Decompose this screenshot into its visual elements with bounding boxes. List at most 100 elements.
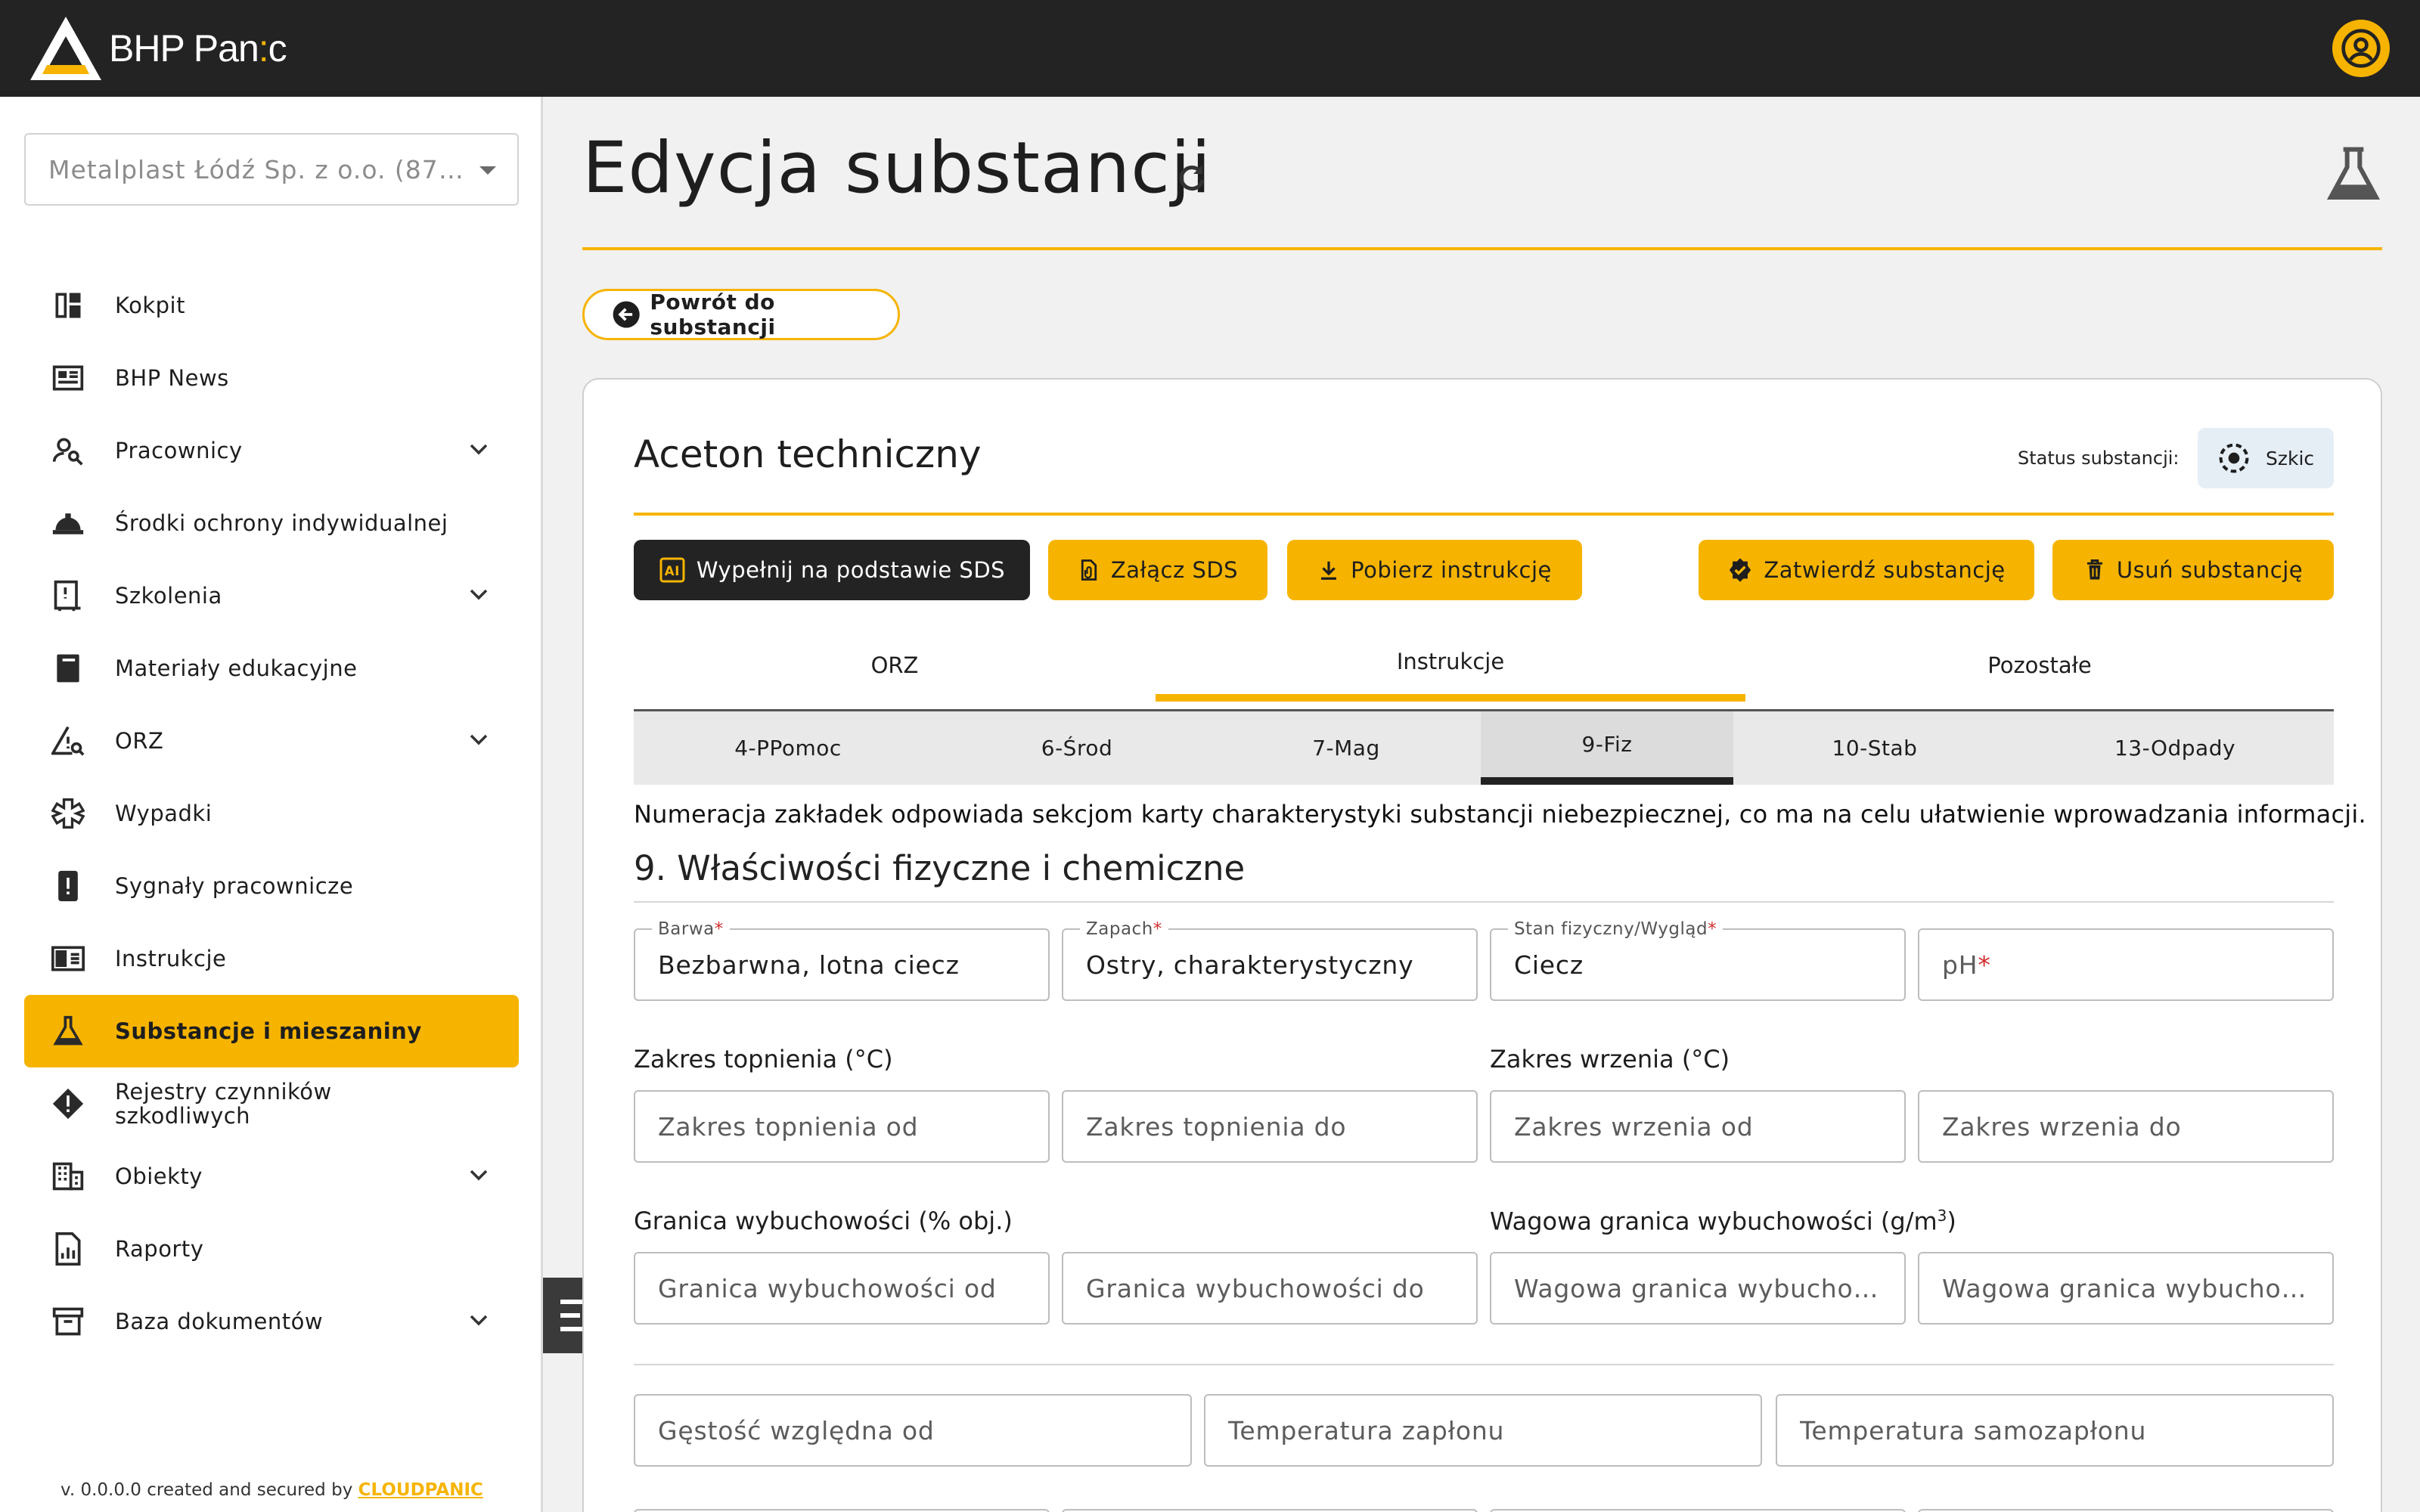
company-select[interactable]: Metalplast Łódź Sp. z o.o. (8721... [24,133,519,206]
user-circle-icon [2341,29,2381,68]
next-row-input-1[interactable] [634,1509,1050,1512]
boiling-from-input[interactable]: Zakres wrzenia od [1490,1090,1906,1163]
risk-icon [50,723,86,759]
melting-from-input[interactable]: Zakres topnienia od [634,1090,1050,1163]
sidebar: Metalplast Łódź Sp. z o.o. (8721... Kokp… [0,97,543,1512]
sidebar-item-sygnaly[interactable]: Sygnały pracownicze [24,850,519,922]
trash-icon [2086,559,2102,580]
sidebar-item-label: Substancje i mieszaniny [115,1018,422,1044]
weight-explosive-from-input[interactable]: Wagowa granica wybuchowości od [1490,1252,1906,1325]
app-logo[interactable]: BHP Pan:c [29,15,287,82]
next-row-input-3[interactable] [1490,1509,1906,1512]
subtab-13-odpady[interactable]: 13-Odpady [2016,711,2334,785]
density-placeholder: Gęstość względna od [658,1415,935,1445]
autoignition-input[interactable]: Temperatura samozapłonu [1776,1394,2334,1467]
download-instruction-button[interactable]: Pobierz instrukcję [1287,540,1582,600]
attach-sds-button[interactable]: Załącz SDS [1048,540,1267,600]
chevron-down-icon [470,444,488,455]
explosive-to-placeholder: Granica wybuchowości do [1086,1273,1425,1303]
explosive-to-input[interactable]: Granica wybuchowości do [1062,1252,1478,1325]
weight-explosive-from-placeholder: Wagowa granica wybuchowości od [1514,1273,1904,1303]
sidebar-item-obiekty[interactable]: Obiekty [24,1140,519,1213]
zapach-field[interactable]: Zapach* Ostry, charakterystyczny [1062,919,1478,1001]
subtab-6-srod[interactable]: 6-Środ [942,711,1212,785]
section-subtabs: 4-PPomoc 6-Środ 7-Mag 9-Fiz 10-Stab 13-O… [634,709,2334,785]
next-row-input-2[interactable] [1062,1509,1478,1512]
section-title: 9. Właściwości fizyczne i chemiczne [634,848,1246,888]
sidebar-item-label: ORZ [115,728,164,754]
medical-icon [50,795,86,832]
sidebar-item-kokpit[interactable]: Kokpit [24,269,519,342]
chevron-down-icon [470,1315,488,1326]
app-name: BHP Pan:c [109,27,287,70]
subtab-4-ppomoc[interactable]: 4-PPomoc [634,711,942,785]
fill-from-sds-button[interactable]: AI Wypełnij na podstawie SDS [634,540,1030,600]
version-footer: v. 0.0.0.0 created and secured by CLOUDP… [60,1480,483,1500]
section-numbering-info: Numeracja zakładek odpowiada sekcjom kar… [634,800,2366,829]
warning-diamond-icon [50,1086,86,1122]
logo-triangle-icon [30,17,101,80]
weight-explosive-to-input[interactable]: Wagowa granica wybuchowości do [1918,1252,2334,1325]
sidebar-item-label: Sygnały pracownicze [115,873,354,899]
sidebar-item-materialy[interactable]: Materiały edukacyjne [24,632,519,705]
section-divider [634,901,2334,903]
melting-from-placeholder: Zakres topnienia od [658,1111,919,1142]
subtab-10-stab[interactable]: 10-Stab [1733,711,2016,785]
arrow-back-icon [613,301,640,328]
flash-point-input[interactable]: Temperatura zapłonu [1204,1394,1762,1467]
flask-icon [50,1013,86,1049]
barwa-field[interactable]: Barwa* Bezbarwna, lotna ciecz [634,919,1050,1001]
cloudpanic-link[interactable]: CLOUDPANIC [358,1480,483,1500]
refresh-button[interactable] [1174,160,1210,200]
sidebar-item-pracownicy[interactable]: Pracownicy [24,414,519,487]
sidebar-item-label: Pracownicy [115,438,243,463]
ph-field[interactable]: pH* [1918,928,2334,1001]
version-text: v. 0.0.0.0 created and secured by [60,1480,358,1500]
weight-explosive-to-placeholder: Wagowa granica wybuchowości do [1942,1273,2332,1303]
draft-status-icon [2219,443,2249,473]
density-input[interactable]: Gęstość względna od [634,1394,1192,1467]
sidebar-item-wypadki[interactable]: Wypadki [24,777,519,850]
subtab-7-mag[interactable]: 7-Mag [1212,711,1481,785]
sidebar-item-label: Baza dokumentów [115,1309,324,1334]
zapach-label: Zapach* [1080,919,1168,939]
sidebar-item-orz[interactable]: ORZ [24,705,519,777]
delete-label: Usuń substancję [2116,557,2304,583]
boiling-to-input[interactable]: Zakres wrzenia do [1918,1090,2334,1163]
status-badge: Szkic [2198,428,2334,488]
barwa-label: Barwa* [652,919,730,939]
next-row-input-4[interactable] [1918,1509,2334,1512]
sidebar-item-bhp-news[interactable]: BHP News [24,342,519,414]
sidebar-item-substancje[interactable]: Substancje i mieszaniny [24,995,519,1067]
melting-to-input[interactable]: Zakres topnienia do [1062,1090,1478,1163]
stan-fizyczny-field[interactable]: Stan fizyczny/Wygląd* Ciecz [1490,919,1906,1001]
card-divider [634,513,2334,516]
download-icon [1321,561,1337,580]
dropdown-caret-icon [479,166,496,175]
boiling-range-label: Zakres wrzenia (°C) [1490,1045,1730,1074]
ai-icon: AI [659,557,685,583]
sidebar-item-srodki-ochrony[interactable]: Środki ochrony indywidualnej [24,487,519,559]
sidebar-item-rejestry[interactable]: Rejestry czynników szkodliwych [24,1067,519,1140]
building-icon [50,1158,86,1194]
autoignition-placeholder: Temperatura samozapłonu [1800,1415,2147,1445]
tab-orz[interactable]: ORZ [634,629,1156,702]
sidebar-item-baza-dokumentow[interactable]: Baza dokumentów [24,1285,519,1358]
sidebar-item-instrukcje[interactable]: Instrukcje [24,922,519,995]
zapach-value: Ostry, charakterystyczny [1086,950,1414,980]
subtab-9-fiz[interactable]: 9-Fiz [1481,711,1733,785]
fill-sds-label: Wypełnij na podstawie SDS [696,557,1006,583]
tab-instrukcje[interactable]: Instrukcje [1156,629,1745,702]
approve-substance-button[interactable]: Zatwierdź substancję [1699,540,2034,600]
sidebar-item-raporty[interactable]: Raporty [24,1213,519,1285]
tab-pozostale[interactable]: Pozostałe [1745,629,2334,702]
delete-substance-button[interactable]: Usuń substancję [2052,540,2334,600]
approve-label: Zatwierdź substancję [1764,557,2006,583]
sidebar-item-szkolenia[interactable]: Szkolenia [24,559,519,632]
ph-placeholder: pH* [1942,950,1991,980]
user-account-button[interactable] [2332,20,2390,77]
main-tabs: ORZ Instrukcje Pozostałe [634,629,2334,702]
explosive-from-input[interactable]: Granica wybuchowości od [634,1252,1050,1325]
sidebar-item-label: Kokpit [115,293,185,318]
back-to-substances-button[interactable]: Powrót do substancji [582,289,900,340]
